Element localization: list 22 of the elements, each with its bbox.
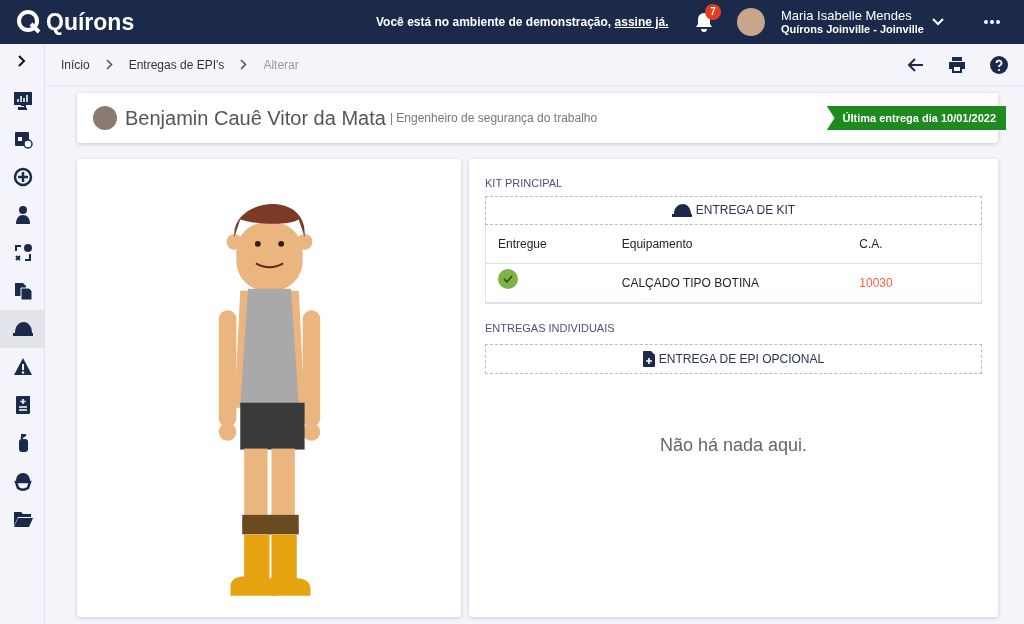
breadcrumb-item[interactable]: Entregas de EPI's xyxy=(128,55,225,74)
kit-delivery-button[interactable]: ENTREGA DE KIT xyxy=(485,195,982,225)
section-title: ENTREGAS INDIVIDUAIS xyxy=(485,320,616,336)
user-company: Quírons Joinville - Joinville xyxy=(780,23,924,36)
notification-count: 7 xyxy=(704,3,721,20)
column-header: Equipamento xyxy=(609,224,848,263)
ca-number-cell: 10030 xyxy=(847,263,981,302)
equipment-cell: CALÇADO TIPO BOTINA xyxy=(609,263,848,302)
employee-name: Benjamin Cauê Vitor da Mata xyxy=(125,106,386,131)
column-header: C.A. xyxy=(847,224,981,263)
employee-role: | Engenheiro de segurança do trabalho xyxy=(389,110,599,127)
user-name: Maria Isabelle Mendes xyxy=(780,8,913,24)
optional-epi-delivery-button[interactable]: ENTREGA DE EPI OPCIONAL xyxy=(485,344,982,374)
breadcrumb-item: Alterar xyxy=(263,56,299,74)
demo-notice: Você está no ambiente de demonstração, xyxy=(376,15,612,29)
last-delivery-ribbon: Última entrega dia 10/01/2022 xyxy=(826,105,1006,131)
subscribe-link[interactable]: assine já. xyxy=(614,15,669,29)
empty-message: Não há nada aqui. xyxy=(658,434,809,457)
column-header: Entregue xyxy=(486,224,610,263)
logo-text: Quírons xyxy=(46,7,135,37)
breadcrumb-item[interactable]: Início xyxy=(61,55,90,74)
section-title: KIT PRINCIPAL xyxy=(485,176,564,191)
